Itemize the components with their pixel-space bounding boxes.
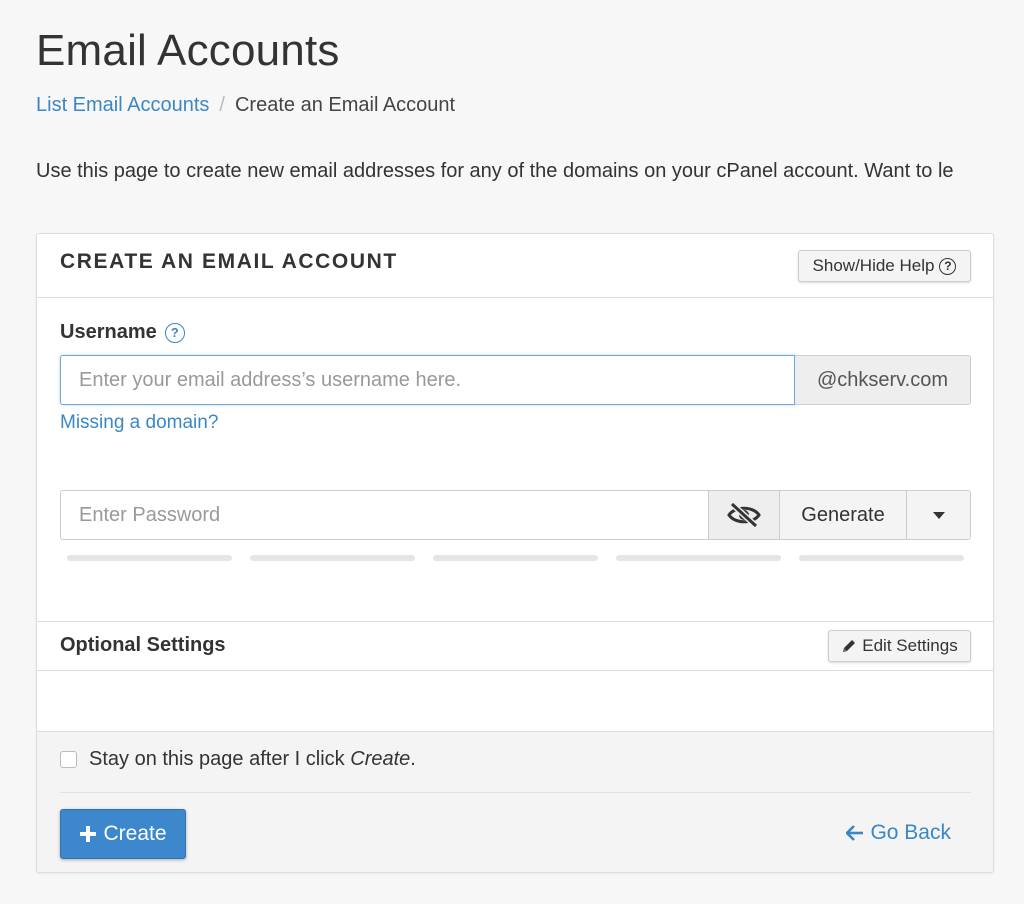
stay-label-suffix: . [410,748,416,770]
show-hide-help-label: Show/Hide Help [812,256,935,275]
username-input[interactable] [60,355,795,405]
caret-down-icon [932,511,945,519]
edit-settings-label: Edit Settings [862,636,958,655]
domain-addon: @chkserv.com [795,355,971,405]
go-back-link[interactable]: Go Back [846,821,951,845]
missing-domain-link[interactable]: Missing a domain? [60,412,218,434]
stay-label-prefix: Stay on this page after I click [89,748,351,770]
question-circle-icon: ? [939,257,957,275]
strength-segment [616,555,781,561]
strength-segment [67,555,232,561]
password-options-dropdown[interactable] [907,491,970,539]
stay-on-page-row: Stay on this page after I click Create. [60,748,416,771]
arrow-left-icon [846,825,864,841]
intro-text: Use this page to create new email addres… [36,160,954,182]
breadcrumb-current: Create an Email Account [234,94,456,116]
create-label: Create [103,822,167,845]
show-hide-help-button[interactable]: Show/Hide Help ? [798,250,971,282]
edit-settings-button[interactable]: Edit Settings [828,630,971,662]
password-strength-meter [67,555,964,561]
stay-on-page-label: Stay on this page after I click Create. [89,748,416,771]
go-back-label: Go Back [870,821,951,844]
eye-slash-icon [727,502,761,528]
form-footer: Stay on this page after I click Create. … [37,731,993,872]
optional-settings-section: Optional Settings Edit Settings [37,621,993,671]
stay-label-emphasis: Create [350,748,411,770]
card-header: CREATE AN EMAIL ACCOUNT Show/Hide Help ? [37,234,993,298]
strength-segment [799,555,964,561]
pencil-icon [843,640,856,652]
create-email-card: CREATE AN EMAIL ACCOUNT Show/Hide Help ?… [36,233,994,873]
username-label-text: Username [60,321,157,343]
card-title: CREATE AN EMAIL ACCOUNT [60,250,398,273]
email-accounts-page: Email Accounts List Email Accounts / Creat… [0,0,1024,904]
page-title: Email Accounts [36,26,340,75]
breadcrumb-separator: / [219,94,225,116]
username-label: Username ? [60,321,185,344]
generate-password-button[interactable]: Generate [780,491,907,539]
optional-settings-title: Optional Settings [60,634,226,656]
footer-divider [60,792,971,793]
password-input-group: Generate [60,490,971,540]
toggle-password-visibility-button[interactable] [709,491,780,539]
create-button[interactable]: Create [60,809,186,859]
strength-segment [250,555,415,561]
stay-on-page-checkbox[interactable] [60,751,77,768]
username-help-icon[interactable]: ? [164,322,185,343]
password-input[interactable] [61,491,709,539]
username-input-group: @chkserv.com [60,355,971,405]
strength-segment [433,555,598,561]
breadcrumb-list-email-accounts[interactable]: List Email Accounts [36,94,209,116]
breadcrumb: List Email Accounts / Create an Email Acco… [36,94,455,117]
plus-icon [80,826,97,842]
